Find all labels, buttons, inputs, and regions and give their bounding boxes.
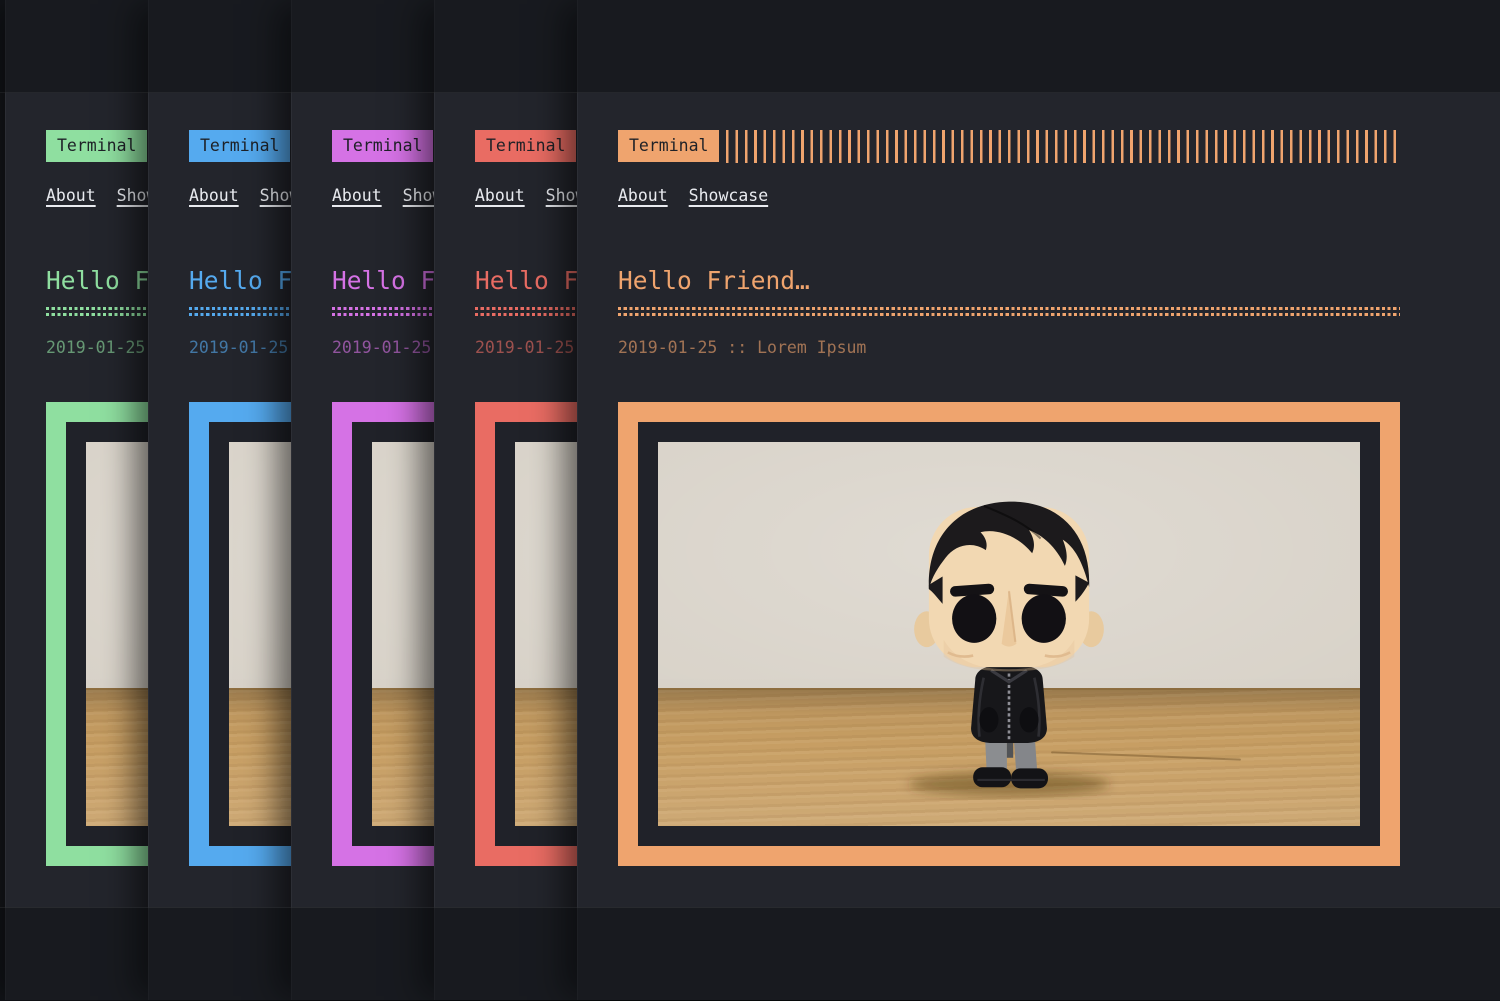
nav-link-about[interactable]: About xyxy=(332,186,382,206)
post-meta: 2019-01-25 :: Lorem Ipsum xyxy=(618,338,866,358)
title-divider-decoration xyxy=(618,306,1400,317)
post-photo xyxy=(658,442,1360,826)
nav-link-about[interactable]: About xyxy=(475,186,525,206)
post-date: 2019-01-25 xyxy=(332,338,431,357)
backdrop-top-band xyxy=(0,0,1500,93)
header-stripes-decoration xyxy=(726,130,1400,163)
site-logo[interactable]: Terminal xyxy=(332,130,433,162)
nav-link-about[interactable]: About xyxy=(189,186,239,206)
site-logo[interactable]: Terminal xyxy=(475,130,576,162)
site-nav: About Showcase xyxy=(618,186,768,206)
post-meta-separator: :: xyxy=(727,338,747,357)
theme-panels-stack: Terminal About Showcase Hello Friend… 20… xyxy=(0,0,1500,1000)
site-logo[interactable]: Terminal xyxy=(189,130,290,162)
post-date: 2019-01-25 xyxy=(618,338,717,357)
theme-panel-orange: Terminal About Showcase Hello Friend… 20… xyxy=(577,0,1500,1000)
post-date: 2019-01-25 xyxy=(46,338,145,357)
post-image-frame xyxy=(618,402,1400,866)
nav-link-showcase[interactable]: Showcase xyxy=(689,186,768,206)
site-logo[interactable]: Terminal xyxy=(46,130,147,162)
funko-figure-illustration xyxy=(883,471,1136,800)
nav-link-about[interactable]: About xyxy=(618,186,668,206)
backdrop-bottom-band xyxy=(0,907,1500,1001)
nav-link-about[interactable]: About xyxy=(46,186,96,206)
site-logo[interactable]: Terminal xyxy=(618,130,719,162)
post-date: 2019-01-25 xyxy=(189,338,288,357)
post-category: Lorem Ipsum xyxy=(757,338,866,357)
post-date: 2019-01-25 xyxy=(475,338,574,357)
post-title: Hello Friend… xyxy=(618,266,810,296)
